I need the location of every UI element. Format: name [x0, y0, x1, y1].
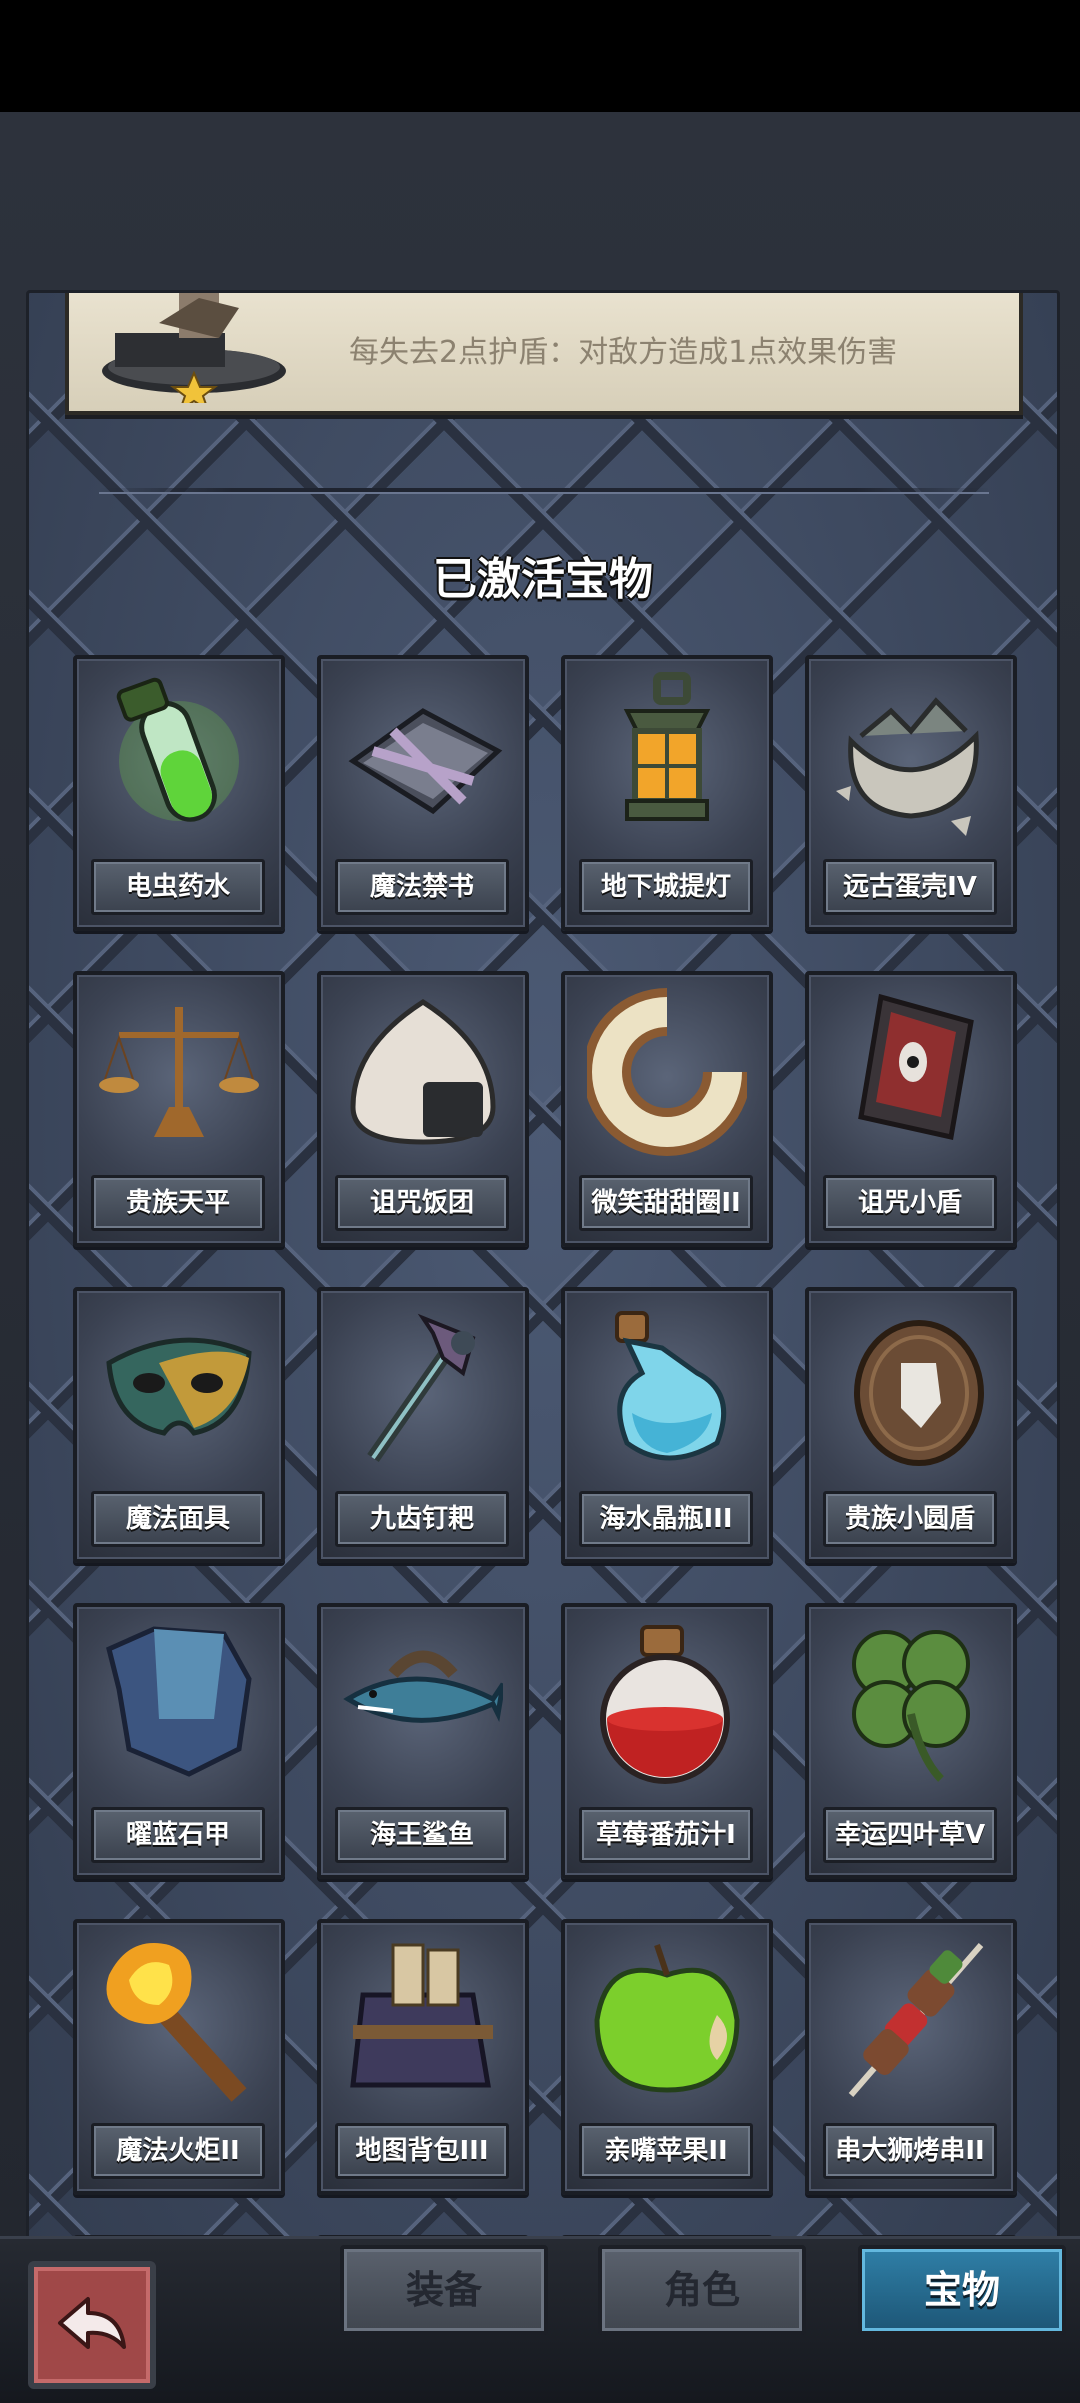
lantern-icon: [623, 672, 711, 821]
treasure-label: 魔法火炬II: [91, 2123, 265, 2179]
apple-icon: [594, 1944, 740, 2093]
tab-character[interactable]: 角色: [598, 2245, 806, 2335]
treasure-card[interactable]: 远古蛋壳IV: [805, 655, 1017, 931]
treasure-label: 电虫药水: [91, 859, 265, 915]
treasure-card[interactable]: 草莓番茄汁I: [561, 1603, 773, 1879]
treasure-label: 地图背包III: [335, 2123, 509, 2179]
treasure-card[interactable]: 魔法面具: [73, 1287, 285, 1563]
section-divider: [99, 488, 989, 492]
treasure-label: 诅咒小盾: [823, 1175, 997, 1231]
treasure-card[interactable]: 魔法禁书: [317, 655, 529, 931]
treasure-label: 微笑甜甜圈II: [579, 1175, 753, 1231]
effect-banner: 每失去2点护盾：对敌方造成1点效果伤害: [65, 293, 1023, 415]
potion-tube-icon: [116, 677, 239, 822]
clover-icon: [852, 1630, 970, 1782]
treasure-card[interactable]: 九齿钉耙: [317, 1287, 529, 1563]
tab-equipment[interactable]: 装备: [340, 2245, 548, 2335]
shark-icon: [343, 1650, 503, 1723]
balance-scale-icon: [99, 1007, 259, 1137]
treasure-card[interactable]: 地下城提灯: [561, 655, 773, 931]
status-bar: [0, 0, 1080, 112]
treasure-card[interactable]: 诅咒小盾: [805, 971, 1017, 1247]
back-arrow-icon: [58, 2297, 126, 2349]
treasure-label: 曜蓝石甲: [91, 1807, 265, 1863]
map-bag-icon: [350, 1943, 493, 2088]
treasure-card[interactable]: 幸运四叶草V: [805, 1603, 1017, 1879]
treasure-label: 九齿钉耙: [335, 1491, 509, 1547]
bottom-nav: 装备 角色 宝物: [0, 2236, 1080, 2403]
back-button[interactable]: [28, 2261, 156, 2389]
treasure-label: 诅咒饭团: [335, 1175, 509, 1231]
treasure-card[interactable]: 贵族天平: [73, 971, 285, 1247]
treasure-label: 地下城提灯: [579, 859, 753, 915]
effect-description: 每失去2点护盾：对敌方造成1点效果伤害: [349, 335, 898, 370]
treasure-label: 海王鲨鱼: [335, 1807, 509, 1863]
treasure-frame: 每失去2点护盾：对敌方造成1点效果伤害 已激活宝物 电虫药水 魔法禁书 地下城提…: [0, 112, 1080, 2326]
treasure-card[interactable]: 串大狮烤串II: [805, 1919, 1017, 2195]
treasure-card[interactable]: 魔法火炬II: [73, 1919, 285, 2195]
rice-ball-icon: [350, 999, 496, 1145]
treasure-label: 贵族小圆盾: [823, 1491, 997, 1547]
treasure-card[interactable]: 海王鲨鱼: [317, 1603, 529, 1879]
treasure-label: 贵族天平: [91, 1175, 265, 1231]
treasure-label: 亲嘴苹果II: [579, 2123, 753, 2179]
treasure-card[interactable]: 地图背包III: [317, 1919, 529, 2195]
tab-treasure[interactable]: 宝物: [858, 2245, 1066, 2335]
donut-icon: [587, 988, 747, 1156]
trophy-icon: [102, 293, 286, 403]
treasure-card[interactable]: 贵族小圆盾: [805, 1287, 1017, 1563]
treasure-grid: 电虫药水 魔法禁书 地下城提灯 远古蛋壳IV 贵族天平 诅咒饭团 微笑甜甜圈II…: [73, 655, 1017, 2323]
skewer-icon: [848, 1943, 984, 2097]
treasure-label: 魔法面具: [91, 1491, 265, 1547]
armor-icon: [106, 1626, 252, 1777]
treasure-card[interactable]: 诅咒饭团: [317, 971, 529, 1247]
treasure-panel[interactable]: 每失去2点护盾：对敌方造成1点效果伤害 已激活宝物 电虫药水 魔法禁书 地下城提…: [26, 290, 1060, 2326]
egg-shell-icon: [836, 697, 979, 836]
treasure-card[interactable]: 微笑甜甜圈II: [561, 971, 773, 1247]
cursed-shield-icon: [858, 993, 974, 1141]
treasure-card[interactable]: 亲嘴苹果II: [561, 1919, 773, 2195]
treasure-label: 远古蛋壳IV: [823, 859, 997, 915]
treasure-label: 魔法禁书: [335, 859, 509, 915]
torch-icon: [106, 1943, 247, 2102]
section-title: 已激活宝物: [433, 554, 653, 605]
treasure-card[interactable]: 电虫药水: [73, 655, 285, 931]
mask-icon: [106, 1337, 252, 1436]
treasure-label: 海水晶瓶III: [579, 1491, 753, 1547]
round-shield-icon: [854, 1320, 984, 1466]
forbidden-book-icon: [348, 708, 503, 815]
treasure-label: 幸运四叶草V: [823, 1807, 997, 1863]
treasure-card[interactable]: 曜蓝石甲: [73, 1603, 285, 1879]
treasure-card[interactable]: 海水晶瓶III: [561, 1287, 773, 1563]
treasure-label: 草莓番茄汁I: [579, 1807, 753, 1863]
treasure-label: 串大狮烤串II: [823, 2123, 997, 2179]
juice-flask-icon: [600, 1625, 730, 1784]
rake-icon: [367, 1313, 476, 1462]
crystal-bottle-icon: [615, 1311, 727, 1461]
